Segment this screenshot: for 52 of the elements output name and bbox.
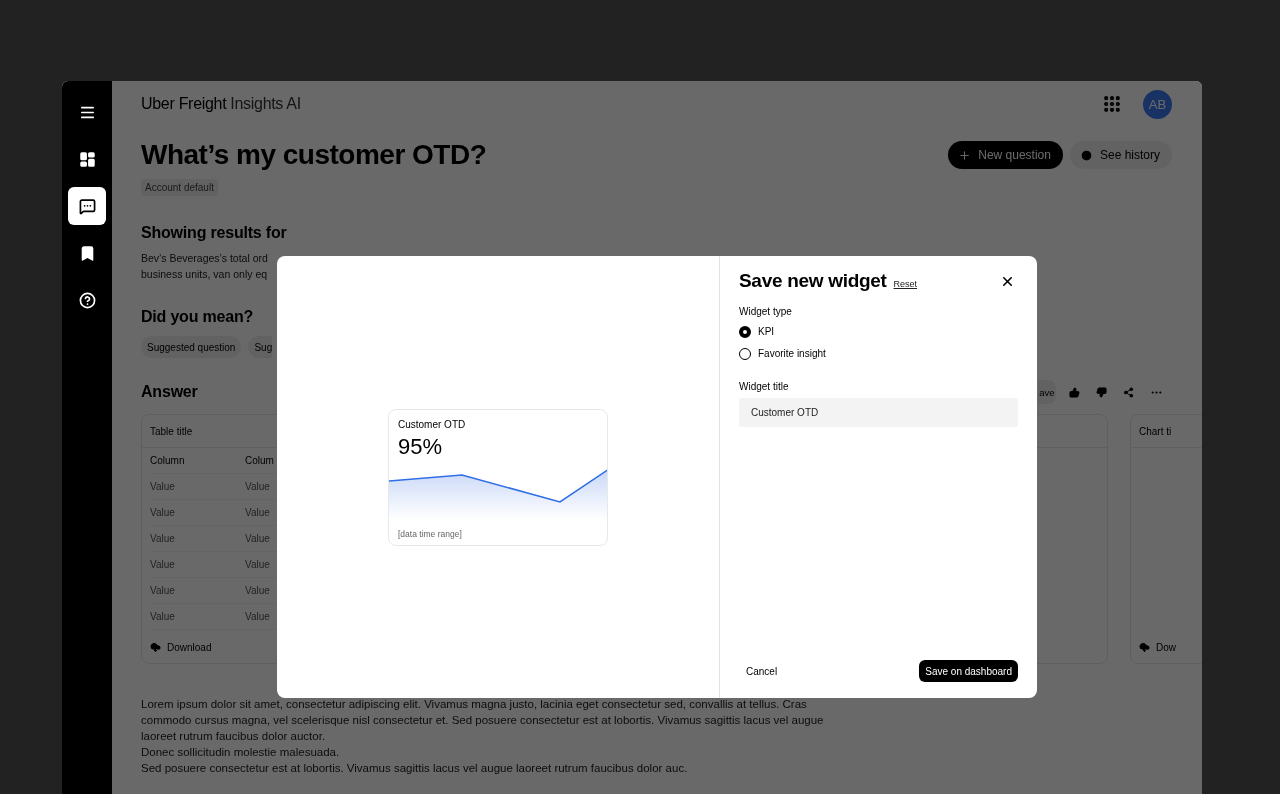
radio-option[interactable]: KPI — [739, 324, 1018, 339]
radio-label: KPI — [758, 326, 775, 337]
suggestion-chip[interactable]: Suggested question — [141, 336, 242, 358]
kpi-value: 95% — [397, 432, 444, 460]
cloud-download-icon — [1139, 642, 1150, 653]
section-heading: Did you mean? — [141, 308, 254, 326]
radio-icon[interactable] — [739, 347, 751, 360]
answer-paragraph: Lorem ipsum dolor sit amet, consectetur adipiscing elit. Vivamus magna justo, lacinia eget consectetur sed, convallis at tellus. Cras commodo cursus magna, vel scelerisque nisl consectetur et. Sed posuere consectetur est at lobortis. Vivamus sagittis lacus vel augue laoreet rutrum faucibus dolor auctor. — [141, 697, 825, 744]
results-text: Bev’s Beverages’s total ord — [141, 251, 268, 266]
table-cell: Value — [150, 604, 245, 630]
product-name: Insights AI — [230, 95, 301, 113]
reset-link[interactable]: Reset — [893, 279, 918, 289]
table-cell: Value — [150, 578, 245, 604]
radio-label: Favorite insight — [758, 348, 826, 359]
table-cell: Value — [150, 526, 245, 552]
avatar[interactable]: AB — [1143, 89, 1172, 119]
column-header: Column — [150, 448, 245, 474]
section-heading: Showing results for — [141, 224, 287, 242]
save-button[interactable]: ave — [1038, 380, 1056, 404]
kpi-title: Customer OTD — [397, 417, 467, 430]
dialog-title: Save new widget — [739, 270, 887, 292]
results-text: business units, van only eq — [141, 267, 268, 282]
widget-title-field[interactable]: Customer OTD — [739, 398, 1018, 427]
dashboard-icon — [78, 150, 96, 168]
help-icon — [78, 291, 96, 309]
table-cell: Value — [150, 474, 245, 500]
account-tag: Account default — [141, 179, 218, 196]
plus-icon — [958, 148, 972, 162]
chart-title: Chart ti — [1139, 425, 1172, 437]
chat-icon — [78, 197, 96, 215]
answer-paragraph: Sed posuere consectetur est at lobortis. Vivamus sagittis lacus vel augue laoreet rutrum faucibus dolor auc. — [141, 761, 689, 776]
download-button[interactable]: Download — [150, 642, 1107, 653]
table-cell: Value — [150, 500, 245, 526]
table-cell: Value — [150, 552, 245, 578]
new-question-button[interactable]: New question — [948, 141, 1063, 169]
section-heading: Answer — [141, 383, 198, 401]
cancel-button[interactable]: Cancel — [739, 661, 785, 681]
field-label: Widget type — [739, 306, 793, 317]
history-button[interactable]: See history — [1069, 141, 1172, 169]
save-on-dashboard-button[interactable]: Save on dashboard — [919, 660, 1018, 682]
sidebar-item[interactable] — [68, 187, 106, 225]
kpi-range: [data time range] — [397, 528, 463, 541]
page-title: What’s my customer OTD? — [141, 139, 487, 171]
field-label: Widget title — [739, 381, 790, 392]
cloud-download-icon — [150, 642, 161, 653]
answer-paragraph: Donec sollicitudin molestie malesuada. — [141, 745, 341, 760]
suggestion-chip[interactable]: Sug — [248, 336, 273, 358]
table-title: Table title — [150, 425, 193, 437]
download-button[interactable]: Dow — [1139, 642, 1202, 653]
brand-name: Uber Freight — [141, 95, 227, 113]
radio-option[interactable]: Favorite insight — [739, 346, 1018, 361]
radio-icon[interactable] — [739, 325, 751, 338]
